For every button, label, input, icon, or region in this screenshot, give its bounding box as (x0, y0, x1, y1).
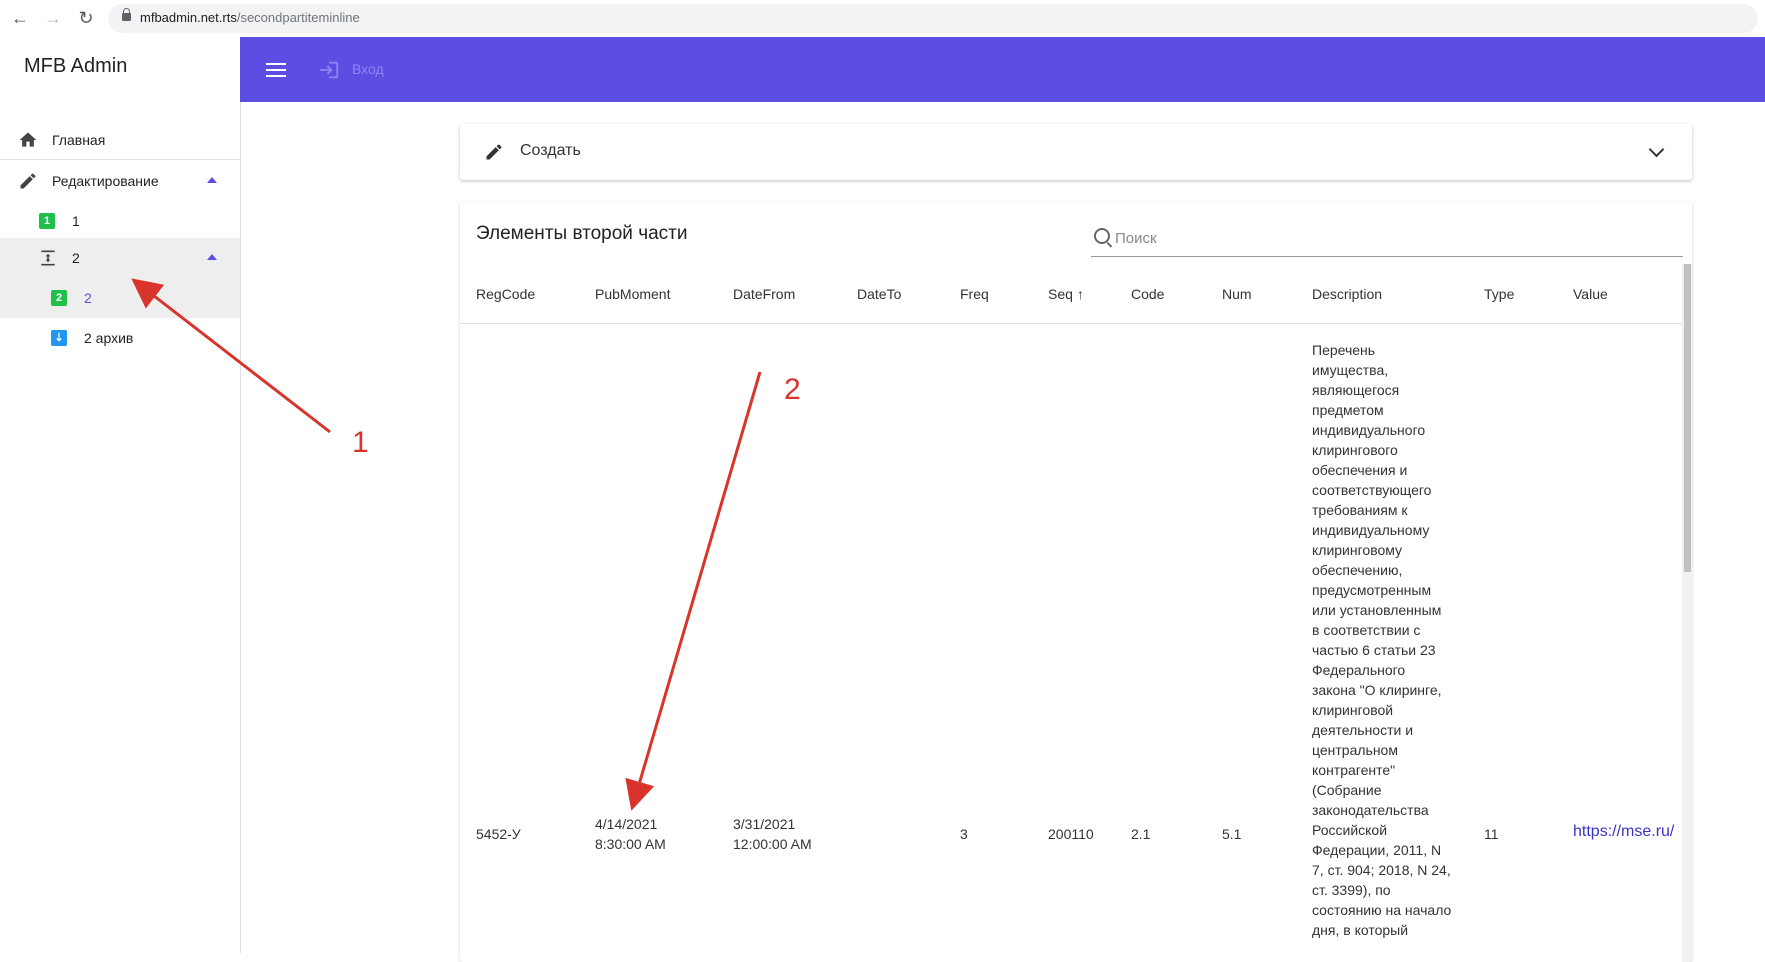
login-button[interactable]: Вход (352, 61, 384, 77)
table-card: Элементы второй части Поиск RegCode PubM… (460, 202, 1692, 962)
column-header-dateto[interactable]: DateTo (857, 286, 901, 302)
url-host: mfbadmin.net.rts (140, 10, 237, 25)
sidebar-item-label: Главная (52, 132, 106, 148)
sidebar-item-label: 2 архив (84, 330, 134, 346)
sidebar-item-label: Редактирование (52, 173, 159, 189)
column-header-seq[interactable]: Seq ↑ (1048, 286, 1084, 302)
column-header-freq[interactable]: Freq (960, 286, 989, 302)
sidebar-item-label: 1 (72, 213, 80, 229)
sidebar-item-label: 2 (84, 290, 92, 306)
url-text: mfbadmin.net.rts/secondpartiteminline (140, 10, 360, 25)
sidebar-item-2-selected[interactable]: 2 2 (0, 278, 240, 318)
column-header-regcode[interactable]: RegCode (476, 286, 535, 302)
pencil-icon (20, 173, 36, 189)
cell-datefrom: 3/31/2021 12:00:00 AM (733, 814, 812, 854)
lock-icon (122, 8, 131, 21)
cell-pubmoment-date: 4/14/2021 (595, 816, 658, 832)
sidebar-item-2-archive[interactable]: ⇣ 2 архив (0, 318, 240, 358)
cell-num: 5.1 (1222, 826, 1242, 842)
address-bar[interactable]: mfbadmin.net.rts/secondpartiteminline (108, 4, 1758, 33)
cell-pubmoment-time: 8:30:00 AM (595, 836, 666, 852)
collapse-caret-icon[interactable] (207, 177, 217, 183)
cell-description: Перечень имущества, являющегося предмето… (1312, 342, 1452, 938)
collapse-caret-icon[interactable] (207, 254, 217, 260)
reload-icon[interactable]: ↻ (76, 8, 96, 28)
cell-pubmoment: 4/14/2021 8:30:00 AM (595, 814, 666, 854)
search-icon (1094, 228, 1110, 244)
column-header-description[interactable]: Description (1312, 286, 1382, 302)
scrollbar-thumb[interactable] (1684, 264, 1691, 572)
search-input[interactable]: Поиск (1091, 224, 1683, 257)
column-header-value[interactable]: Value (1573, 286, 1608, 302)
app-title: MFB Admin (24, 55, 128, 77)
menu-icon[interactable] (266, 63, 286, 77)
sidebar-item-2-group[interactable]: 2 (0, 238, 240, 278)
badge-1-icon: 1 (39, 213, 55, 229)
cell-datefrom-time: 12:00:00 AM (733, 836, 812, 852)
badge-2-icon: 2 (51, 290, 67, 306)
sidebar: MFB Admin Главная Редактирование 1 1 2 2… (0, 37, 241, 953)
home-icon (19, 132, 37, 147)
column-header-num[interactable]: Num (1222, 286, 1252, 302)
url-path: /secondpartiteminline (236, 10, 360, 25)
cell-datefrom-date: 3/31/2021 (733, 816, 796, 832)
login-icon[interactable] (318, 59, 340, 81)
annotation-label-2: 2 (784, 373, 801, 406)
vertical-align-icon (41, 250, 55, 266)
browser-toolbar: ← → ↻ mfbadmin.net.rts/secondpartiteminl… (0, 0, 1765, 38)
header-divider (460, 323, 1692, 324)
archive-icon: ⇣ (51, 330, 67, 346)
column-header-pubmoment[interactable]: PubMoment (595, 286, 670, 302)
top-app-bar: Вход (240, 37, 1765, 102)
cell-seq: 200110 (1048, 826, 1094, 842)
column-header-type[interactable]: Type (1484, 286, 1514, 302)
create-panel[interactable]: Создать (460, 124, 1692, 180)
column-header-datefrom[interactable]: DateFrom (733, 286, 795, 302)
sidebar-item-home[interactable]: Главная (0, 120, 240, 160)
cell-type: 11 (1484, 826, 1499, 842)
sort-arrow-icon: ↑ (1076, 286, 1084, 302)
chevron-down-icon[interactable] (1648, 141, 1665, 158)
column-header-seq-label: Seq (1048, 286, 1073, 302)
annotation-label-1: 1 (352, 426, 369, 459)
create-label: Создать (520, 142, 581, 159)
sidebar-item-label: 2 (72, 250, 80, 266)
back-arrow-icon[interactable]: ← (10, 8, 30, 28)
forward-arrow-icon[interactable]: → (43, 8, 63, 28)
cell-freq: 3 (960, 826, 968, 842)
sidebar-item-editing[interactable]: Редактирование (0, 161, 240, 201)
sidebar-divider (0, 159, 240, 160)
cell-value-link[interactable]: https://mse.ru/ (1573, 822, 1674, 842)
sidebar-item-1[interactable]: 1 1 (0, 201, 240, 241)
column-header-code[interactable]: Code (1131, 286, 1164, 302)
table-title: Элементы второй части (476, 223, 688, 244)
cell-regcode: 5452-У (476, 826, 521, 842)
pencil-icon (486, 144, 502, 160)
search-placeholder: Поиск (1115, 230, 1157, 247)
cell-code: 2.1 (1131, 826, 1151, 842)
